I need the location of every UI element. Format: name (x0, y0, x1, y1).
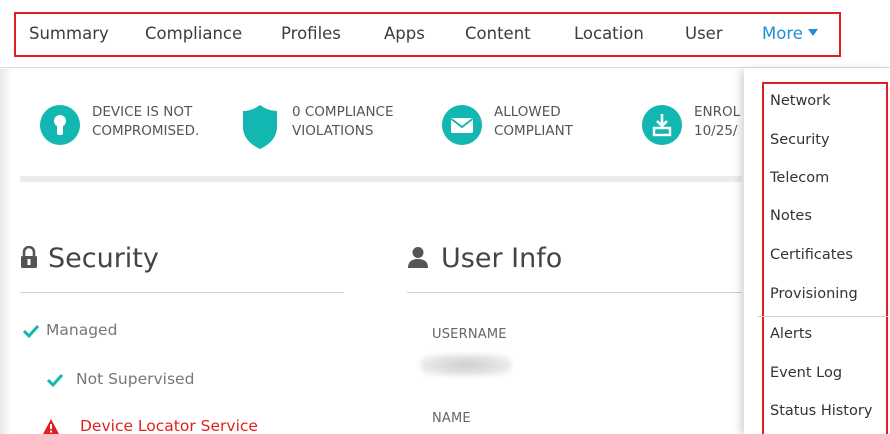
user-info-title-rule (407, 292, 742, 293)
tab-bar-highlight-box (14, 12, 841, 57)
security-item-not-supervised-text: Not Supervised (76, 370, 195, 388)
security-item-managed-text: Managed (46, 321, 118, 339)
menu-item-provisioning[interactable]: Provisioning (770, 286, 858, 302)
username-label: USERNAME (432, 327, 507, 342)
shield-icon (240, 105, 280, 149)
status-enrolled-text: ENROL 10/25/ (694, 104, 741, 139)
security-alert-text: Device Locator Service (80, 417, 258, 434)
username-value-blurred (420, 354, 512, 376)
menu-separator (758, 316, 888, 317)
panel-edge-shadow (0, 69, 12, 434)
user-info-title-text: User Info (441, 243, 563, 274)
status-allowed-text: ALLOWED COMPLIANT (494, 104, 573, 139)
security-item-managed: Managed (22, 321, 118, 339)
security-section-title: Security (20, 243, 159, 274)
checkmark-icon (46, 373, 64, 388)
menu-item-network[interactable]: Network (770, 93, 831, 109)
padlock-icon (21, 245, 37, 268)
security-title-rule (20, 292, 344, 293)
user-icon (408, 247, 428, 268)
security-alert-locator[interactable]: Device Locator Service (43, 417, 258, 434)
status-compliance-text: 0 COMPLIANCE VIOLATIONS (292, 104, 394, 139)
section-divider (20, 176, 742, 182)
lock-keyhole-icon (40, 105, 80, 145)
menu-item-status-history[interactable]: Status History (770, 403, 872, 419)
menu-item-alerts[interactable]: Alerts (770, 326, 812, 342)
warning-triangle-icon (43, 419, 59, 434)
security-item-not-supervised: Not Supervised (46, 370, 195, 388)
name-label: NAME (432, 411, 471, 426)
checkmark-icon (22, 324, 40, 339)
menu-item-security[interactable]: Security (770, 132, 830, 148)
status-compromised-text: DEVICE IS NOT COMPROMISED. (92, 104, 200, 139)
menu-item-certificates[interactable]: Certificates (770, 247, 853, 263)
menu-item-notes[interactable]: Notes (770, 208, 812, 224)
enrollment-download-icon (642, 105, 682, 145)
security-title-text: Security (48, 243, 159, 274)
envelope-icon (442, 105, 482, 145)
menu-item-telecom[interactable]: Telecom (770, 170, 829, 186)
user-info-section-title: User Info (407, 243, 562, 274)
menu-item-event-log[interactable]: Event Log (770, 365, 842, 381)
